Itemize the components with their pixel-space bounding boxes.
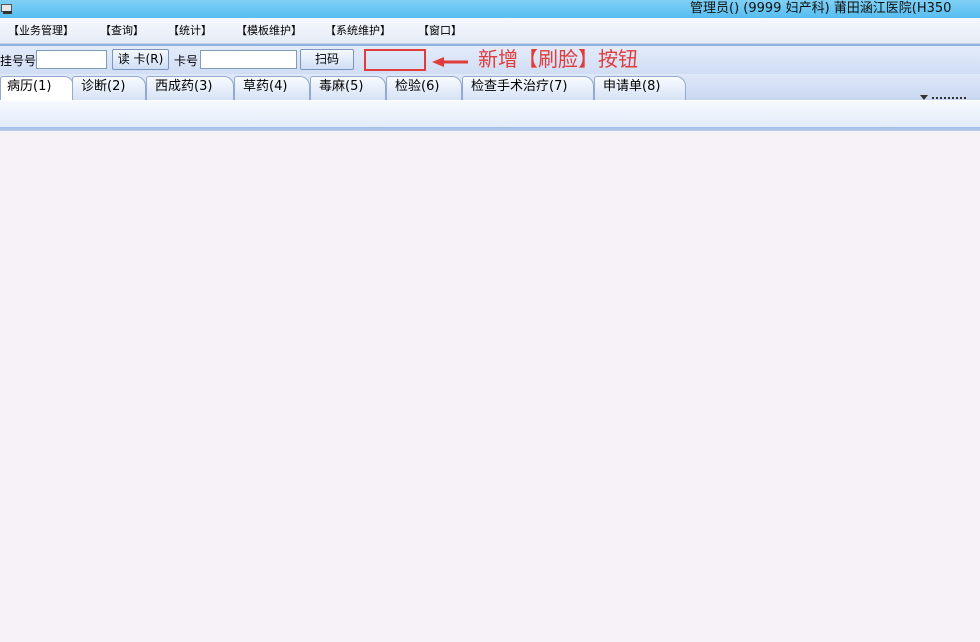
title-bar: 管理员() (9999 妇产科) 莆田涵江医院(H350 — [0, 0, 980, 18]
tab-western-medicine[interactable]: 西成药(3) — [146, 76, 234, 100]
tab-lab-test[interactable]: 检验(6) — [386, 76, 462, 100]
annotation-text: 新增【刷脸】按钮 — [478, 47, 638, 71]
main-content-area — [0, 131, 980, 642]
face-scan-button-placeholder — [364, 49, 426, 71]
read-card-button[interactable]: 读 卡(R) — [112, 49, 169, 70]
menu-system-maintenance[interactable]: 【系统维护】 — [325, 18, 391, 44]
card-number-label: 卡号 — [174, 54, 199, 68]
menu-business-management[interactable]: 【业务管理】 — [8, 18, 74, 44]
menu-query[interactable]: 【查询】 — [100, 18, 144, 44]
window-title: 管理员() (9999 妇产科) 莆田涵江医院(H350 — [690, 1, 952, 16]
scan-button[interactable]: 扫码 — [300, 49, 354, 70]
arrow-left-icon — [432, 57, 468, 67]
tab-diagnosis[interactable]: 诊断(2) — [72, 76, 146, 100]
tab-herbal-medicine[interactable]: 草药(4) — [234, 76, 310, 100]
registration-number-label: 挂号号 — [0, 54, 37, 68]
tab-exam-surgery-treatment[interactable]: 检查手术治疗(7) — [462, 76, 594, 100]
registration-number-input[interactable] — [36, 50, 107, 69]
tab-narcotics[interactable]: 毒麻(5) — [310, 76, 386, 100]
menu-template-maintenance[interactable]: 【模板维护】 — [236, 18, 302, 44]
tab-medical-record[interactable]: 病历(1) — [0, 76, 74, 100]
menu-window[interactable]: 【窗口】 — [418, 18, 462, 44]
tab-bar: 病历(1) 诊断(2) 西成药(3) 草药(4) 毒麻(5) 检验(6) 检查手… — [0, 74, 980, 100]
menu-statistics[interactable]: 【统计】 — [168, 18, 212, 44]
dots-icon — [932, 97, 968, 99]
menu-bar: 【业务管理】 【查询】 【统计】 【模板维护】 【系统维护】 【窗口】 — [0, 18, 980, 44]
tab-requisition[interactable]: 申请单(8) — [594, 76, 686, 100]
toolbar: 挂号号 读 卡(R) 卡号 扫码 新增【刷脸】按钮 — [0, 44, 980, 76]
tab-sub-panel — [0, 100, 980, 128]
app-icon — [1, 3, 13, 15]
card-number-input[interactable] — [200, 50, 297, 69]
